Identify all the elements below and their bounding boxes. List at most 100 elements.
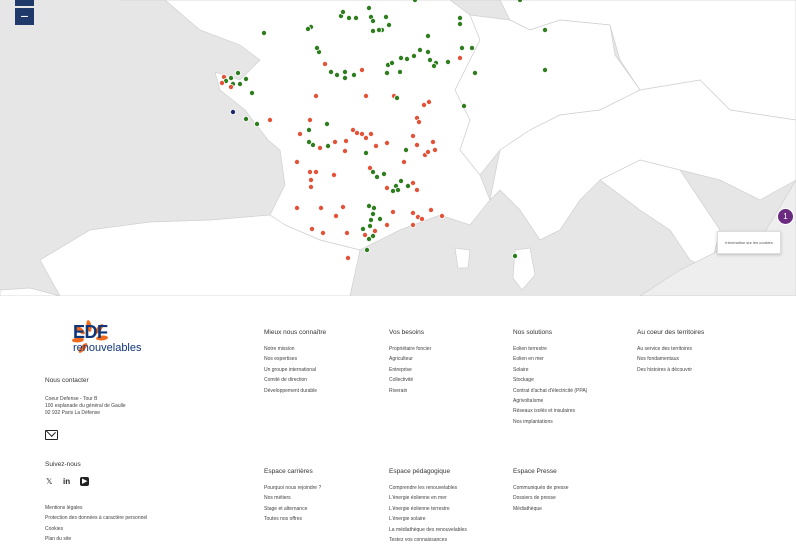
legal-link[interactable]: Plan du site <box>45 536 71 542</box>
map-marker[interactable] <box>460 103 467 110</box>
legal-link[interactable]: Protection des données à caractère perso… <box>45 515 147 521</box>
map-marker[interactable] <box>218 80 225 87</box>
footer-link[interactable]: Entreprise <box>389 367 431 377</box>
zoom-out-button[interactable]: − <box>15 8 34 25</box>
map-marker[interactable] <box>444 59 451 66</box>
footer-link[interactable]: Communiqués de presse <box>513 485 569 495</box>
map-marker[interactable] <box>341 147 348 154</box>
map-marker[interactable] <box>424 33 431 40</box>
map-marker[interactable] <box>375 26 382 33</box>
cookie-info-button[interactable]: Information sur les cookies <box>717 231 781 254</box>
map-marker[interactable] <box>458 45 465 52</box>
map-marker[interactable] <box>396 69 403 76</box>
map-marker[interactable] <box>307 176 314 183</box>
map-marker[interactable] <box>403 56 410 63</box>
map-marker[interactable] <box>352 14 359 21</box>
map-marker[interactable] <box>394 186 401 193</box>
map-marker[interactable] <box>229 109 236 116</box>
map-marker[interactable] <box>260 29 267 36</box>
footer-link[interactable]: Comité de direction <box>264 377 326 387</box>
map-marker[interactable] <box>388 60 395 67</box>
map-marker[interactable] <box>397 55 404 62</box>
map-marker[interactable] <box>331 138 338 145</box>
footer-link[interactable]: Notre mission <box>264 346 326 356</box>
map-marker[interactable] <box>456 55 463 62</box>
map-marker[interactable] <box>313 45 320 52</box>
map-marker[interactable] <box>397 177 404 184</box>
map-marker[interactable] <box>369 168 376 175</box>
marker-cluster[interactable]: 1 <box>777 208 794 225</box>
footer-link[interactable]: Stockage <box>513 377 587 387</box>
footer-link[interactable]: L'énergie éolienne en mer <box>389 495 467 505</box>
map-marker[interactable] <box>369 17 376 24</box>
map-marker[interactable] <box>410 53 417 60</box>
map-marker[interactable] <box>415 119 422 126</box>
map-marker[interactable] <box>404 182 411 189</box>
map-marker[interactable] <box>339 8 346 15</box>
map-marker[interactable] <box>306 117 313 124</box>
map-marker[interactable] <box>416 47 423 54</box>
footer-link[interactable]: Réseaux isolés et insulaires <box>513 408 587 418</box>
map-marker[interactable] <box>342 137 349 144</box>
footer-link[interactable]: Eolien terrestre <box>513 346 587 356</box>
map-marker[interactable] <box>236 81 243 88</box>
map-marker[interactable] <box>389 208 396 215</box>
map-marker[interactable] <box>332 212 339 219</box>
map-marker[interactable] <box>341 75 348 82</box>
footer-link[interactable]: Nos expertises <box>264 356 326 366</box>
footer-link[interactable]: La médiathèque des renouvelables <box>389 527 467 537</box>
map-marker[interactable] <box>438 212 445 219</box>
map-marker[interactable] <box>312 168 319 175</box>
map-marker[interactable] <box>242 116 249 123</box>
zoom-in-button[interactable] <box>15 0 34 6</box>
map-marker[interactable] <box>383 139 390 146</box>
map-marker[interactable] <box>330 171 337 178</box>
map-marker[interactable] <box>542 67 549 74</box>
map-marker[interactable] <box>427 206 434 213</box>
map-marker[interactable] <box>307 183 314 190</box>
footer-link[interactable]: Solaire <box>513 367 587 377</box>
linkedin-icon[interactable]: in <box>63 477 70 486</box>
footer-link[interactable]: Nos implantations <box>513 419 587 429</box>
map-marker[interactable] <box>418 215 425 222</box>
footer-link[interactable]: Un groupe international <box>264 367 326 377</box>
map-marker[interactable] <box>376 215 383 222</box>
footer-link[interactable]: Dossiers de presse <box>513 495 569 505</box>
map-marker[interactable] <box>369 232 376 239</box>
map-marker[interactable] <box>359 225 366 232</box>
map-marker[interactable] <box>385 21 392 28</box>
map-marker[interactable] <box>362 134 369 141</box>
map-marker[interactable] <box>365 5 372 11</box>
map-marker[interactable] <box>370 204 377 211</box>
map-marker[interactable] <box>542 26 549 33</box>
map-marker[interactable] <box>456 14 463 21</box>
map-marker[interactable] <box>512 252 519 259</box>
footer-link[interactable]: Comprendre les renouvelables <box>389 485 467 495</box>
map-marker[interactable] <box>305 138 312 145</box>
map-marker[interactable] <box>383 184 390 191</box>
project-map[interactable]: − 1 Information sur les cookies <box>0 0 796 296</box>
map-marker[interactable] <box>389 187 396 194</box>
youtube-icon[interactable]: ▶ <box>80 477 90 486</box>
map-marker[interactable] <box>412 0 418 3</box>
map-marker[interactable] <box>362 149 369 156</box>
map-marker[interactable] <box>362 93 369 100</box>
map-marker[interactable] <box>358 67 365 74</box>
map-marker[interactable] <box>431 146 438 153</box>
map-marker[interactable] <box>409 209 416 216</box>
footer-link[interactable]: Eolien en mer <box>513 356 587 366</box>
map-marker[interactable] <box>227 75 234 82</box>
map-marker[interactable] <box>353 129 360 136</box>
map-marker[interactable] <box>345 14 352 21</box>
map-marker[interactable] <box>296 130 303 137</box>
map-marker[interactable] <box>363 246 370 253</box>
footer-link[interactable]: Propriétaire foncier <box>389 346 431 356</box>
footer-link[interactable]: Pourquoi nous rejoindre ? <box>264 485 321 495</box>
map-marker[interactable] <box>380 170 387 177</box>
map-marker[interactable] <box>402 146 409 153</box>
map-marker[interactable] <box>409 132 416 139</box>
footer-link[interactable]: Stage et alternance <box>264 506 321 516</box>
map-marker[interactable] <box>319 229 326 236</box>
map-marker[interactable] <box>369 27 376 34</box>
map-marker[interactable] <box>253 121 260 128</box>
